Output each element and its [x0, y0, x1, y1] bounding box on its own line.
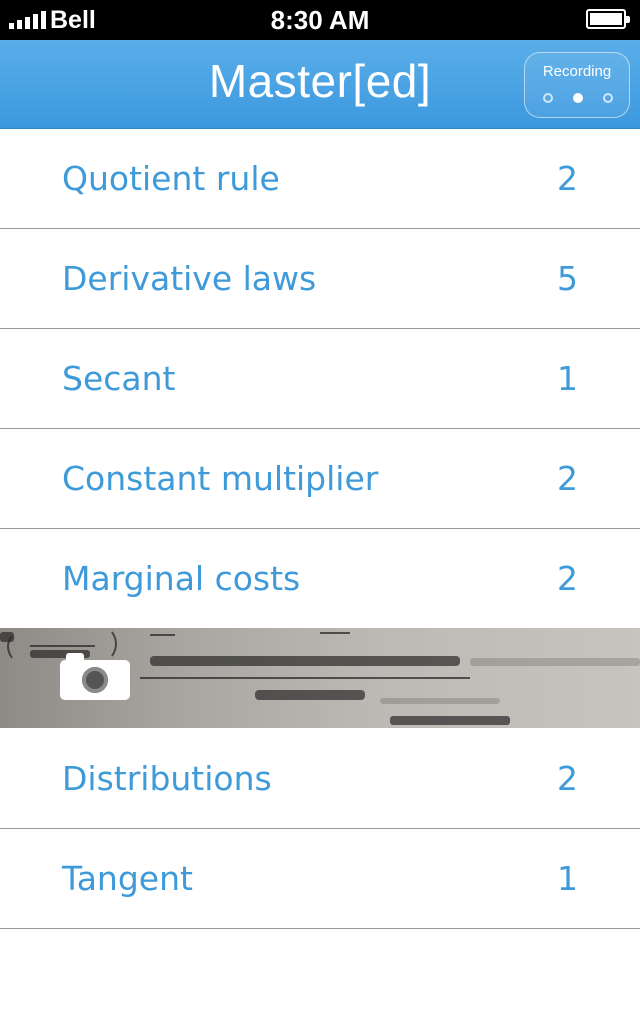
list-item[interactable]: Distributions 2 — [0, 729, 640, 830]
list-item[interactable]: Tangent 1 — [0, 829, 640, 930]
topic-label: Marginal costs — [62, 559, 301, 598]
list-item[interactable]: Quotient rule 2 — [0, 129, 640, 230]
topic-count: 1 — [557, 859, 578, 898]
list-item[interactable]: Derivative laws 5 — [0, 229, 640, 330]
topic-label: Constant multiplier — [62, 459, 379, 498]
list-item[interactable] — [0, 929, 640, 1028]
topic-count: 5 — [557, 259, 578, 298]
page-dot-3 — [603, 93, 613, 103]
app-header: Master[ed] Recording — [0, 40, 640, 129]
page-dot-2 — [573, 93, 583, 103]
list-item[interactable]: Secant 1 — [0, 329, 640, 430]
topic-count: 2 — [557, 459, 578, 498]
topic-count: 2 — [557, 159, 578, 198]
camera-icon — [60, 653, 130, 700]
battery-icon — [586, 9, 630, 29]
topic-label: Secant — [62, 359, 176, 398]
recording-button[interactable]: Recording — [524, 52, 630, 118]
topic-label: Tangent — [62, 859, 193, 898]
recording-label: Recording — [542, 63, 612, 80]
photo-list-item[interactable] — [0, 628, 640, 728]
topic-label: Distributions — [62, 759, 272, 798]
page-dot-1 — [543, 93, 553, 103]
status-bar: Bell 8:30 AM — [0, 0, 640, 40]
list-item[interactable]: Constant multiplier 2 — [0, 429, 640, 530]
topic-count: 1 — [557, 359, 578, 398]
topic-count: 2 — [557, 759, 578, 798]
topic-label: Quotient rule — [62, 159, 280, 198]
clock: 8:30 AM — [270, 5, 370, 35]
list-item[interactable]: Marginal costs 2 — [0, 529, 640, 630]
topic-label: Derivative laws — [62, 259, 317, 298]
topic-count: 2 — [557, 559, 578, 598]
